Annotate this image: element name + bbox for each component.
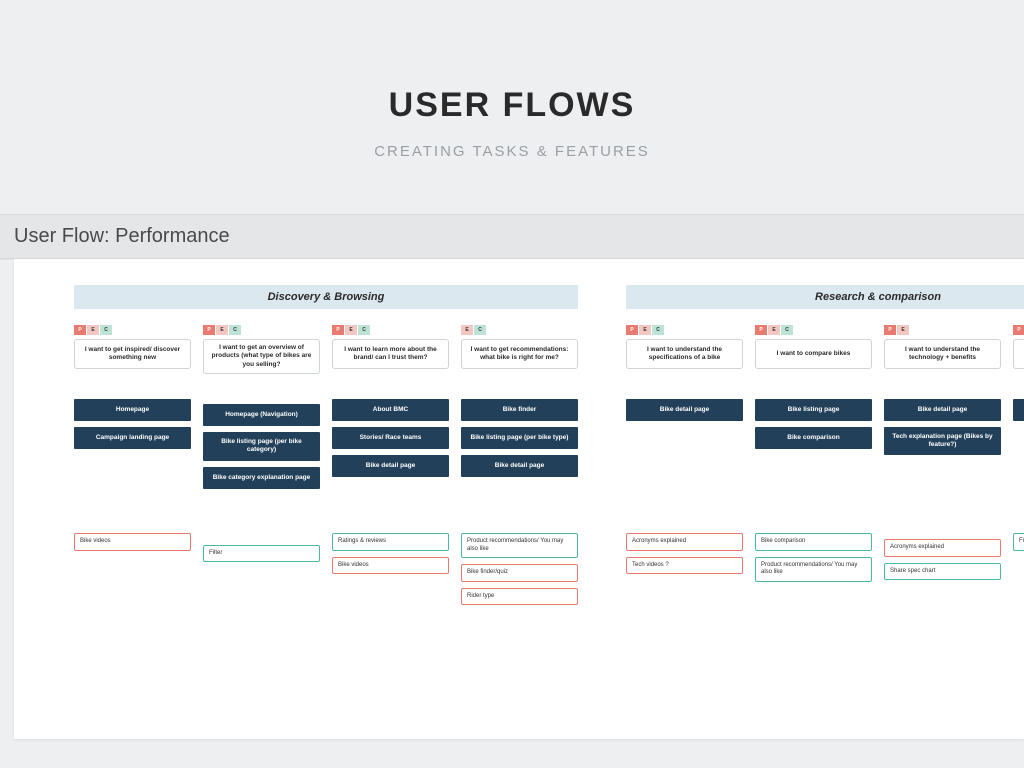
feature-chip[interactable]: Ratings & reviews bbox=[332, 533, 449, 551]
persona-tag-c: C bbox=[781, 325, 793, 335]
feature-chip[interactable]: Bike videos bbox=[332, 557, 449, 575]
page-block[interactable]: Bike category explanation page bbox=[203, 467, 320, 489]
page-block[interactable]: Homepage bbox=[74, 399, 191, 421]
persona-tag-e: E bbox=[87, 325, 99, 335]
feature-chip[interactable]: Bike finder/quiz bbox=[461, 564, 578, 582]
flow-canvas[interactable]: Discovery & BrowsingPECI want to get ins… bbox=[14, 259, 1024, 739]
persona-tag-e: E bbox=[345, 325, 357, 335]
flow-column: PEC I want to learn more about the brand/… bbox=[332, 325, 449, 605]
persona-tag-row: PEC bbox=[203, 325, 320, 335]
persona-tag-row: PEC bbox=[332, 325, 449, 335]
persona-tag-p: P bbox=[203, 325, 215, 335]
user-need[interactable]: I want to get inspired/ discover somethi… bbox=[74, 339, 191, 369]
persona-tag-e: E bbox=[216, 325, 228, 335]
page-block[interactable] bbox=[1013, 399, 1024, 421]
persona-tag-e: E bbox=[639, 325, 651, 335]
page-subtitle: CREATING TASKS & FEATURES bbox=[0, 125, 1024, 160]
page-block[interactable]: Bike detail page bbox=[332, 455, 449, 477]
persona-tag-p: P bbox=[332, 325, 344, 335]
flow-column: PEC I want to get an overview of products… bbox=[203, 325, 320, 605]
swimlane-header: Research & comparison bbox=[626, 285, 1024, 309]
persona-tag-e: E bbox=[897, 325, 909, 335]
persona-tag-e: E bbox=[768, 325, 780, 335]
page-block[interactable]: Bike listing page (per bike category) bbox=[203, 432, 320, 460]
page-block[interactable]: Bike comparison bbox=[755, 427, 872, 449]
persona-tag-c: C bbox=[652, 325, 664, 335]
persona-tag-c: C bbox=[100, 325, 112, 335]
user-need[interactable]: I want to understand the specifications … bbox=[626, 339, 743, 369]
page-block[interactable]: Bike listing page (per bike type) bbox=[461, 427, 578, 449]
user-need[interactable]: I want to get recommendations: what bike… bbox=[461, 339, 578, 369]
feature-chip[interactable]: Bike comparison bbox=[755, 533, 872, 551]
page-block[interactable]: Homepage (Navigation) bbox=[203, 404, 320, 426]
flow-column: PE I want to understand the technology + … bbox=[884, 325, 1001, 582]
persona-tag-p: P bbox=[74, 325, 86, 335]
feature-chip[interactable]: Acronyms explained bbox=[626, 533, 743, 551]
persona-tag-row: EC bbox=[461, 325, 578, 335]
persona-tag-row: P bbox=[1013, 325, 1024, 335]
feature-chip[interactable]: Share spec chart bbox=[884, 563, 1001, 581]
persona-tag-c: C bbox=[358, 325, 370, 335]
persona-tag-row: PEC bbox=[74, 325, 191, 335]
flow-column: PEC I want to get inspired/ discover some… bbox=[74, 325, 191, 605]
flow-section: User Flow: Performance bbox=[0, 214, 1024, 259]
feature-chip[interactable]: Product recommendations/ You may also li… bbox=[755, 557, 872, 582]
feature-chip[interactable]: Tech videos ? bbox=[626, 557, 743, 575]
feature-chip[interactable]: Filter bbox=[1013, 533, 1024, 551]
user-need[interactable]: I want to learn more about the brand/ ca… bbox=[332, 339, 449, 369]
flow-column: PEC I want to compare bikes Bike listing p… bbox=[755, 325, 872, 582]
swimlane: Discovery & BrowsingPECI want to get ins… bbox=[74, 285, 578, 605]
page-block[interactable]: Bike finder bbox=[461, 399, 578, 421]
page-block[interactable]: Tech explanation page (Bikes by feature?… bbox=[884, 427, 1001, 455]
feature-chip[interactable]: Bike videos bbox=[74, 533, 191, 551]
page-block[interactable]: Bike detail page bbox=[461, 455, 578, 477]
user-need[interactable]: I want bbox=[1013, 339, 1024, 369]
persona-tag-c: C bbox=[474, 325, 486, 335]
flow-column: EC I want to get recommendations: what bi… bbox=[461, 325, 578, 605]
persona-tag-p: P bbox=[626, 325, 638, 335]
persona-tag-row: PEC bbox=[755, 325, 872, 335]
user-need[interactable]: I want to get an overview of products (w… bbox=[203, 339, 320, 374]
feature-chip[interactable]: Acronyms explained bbox=[884, 539, 1001, 557]
persona-tag-p: P bbox=[755, 325, 767, 335]
page-block[interactable]: Bike detail page bbox=[626, 399, 743, 421]
feature-chip[interactable]: Rider type bbox=[461, 588, 578, 606]
persona-tag-c: C bbox=[229, 325, 241, 335]
page-block[interactable]: Campaign landing page bbox=[74, 427, 191, 449]
page-block[interactable]: Bike listing page bbox=[755, 399, 872, 421]
page-block[interactable]: Bike detail page bbox=[884, 399, 1001, 421]
swimlane-columns: PECI want to understand the specificatio… bbox=[626, 325, 1024, 582]
feature-chip[interactable]: Product recommendations/ You may also li… bbox=[461, 533, 578, 558]
persona-tag-row: PEC bbox=[626, 325, 743, 335]
swimlane-columns: PECI want to get inspired/ discover some… bbox=[74, 325, 578, 605]
flow-column: P I want Filter bbox=[1013, 325, 1024, 582]
persona-tag-p: P bbox=[884, 325, 896, 335]
flow-title: User Flow: Performance bbox=[14, 225, 1024, 258]
page-title: USER FLOWS bbox=[0, 0, 1024, 125]
feature-chip[interactable]: Filter bbox=[203, 545, 320, 563]
page-block[interactable]: Stories/ Race teams bbox=[332, 427, 449, 449]
persona-tag-p: P bbox=[1013, 325, 1024, 335]
persona-tag-e: E bbox=[461, 325, 473, 335]
user-need[interactable]: I want to compare bikes bbox=[755, 339, 872, 369]
swimlane: Research & comparisonPECI want to unders… bbox=[626, 285, 1024, 605]
swimlane-header: Discovery & Browsing bbox=[74, 285, 578, 309]
persona-tag-row: PE bbox=[884, 325, 1001, 335]
page-block[interactable]: About BMC bbox=[332, 399, 449, 421]
flow-column: PEC I want to understand the specificatio… bbox=[626, 325, 743, 582]
user-need[interactable]: I want to understand the technology + be… bbox=[884, 339, 1001, 369]
